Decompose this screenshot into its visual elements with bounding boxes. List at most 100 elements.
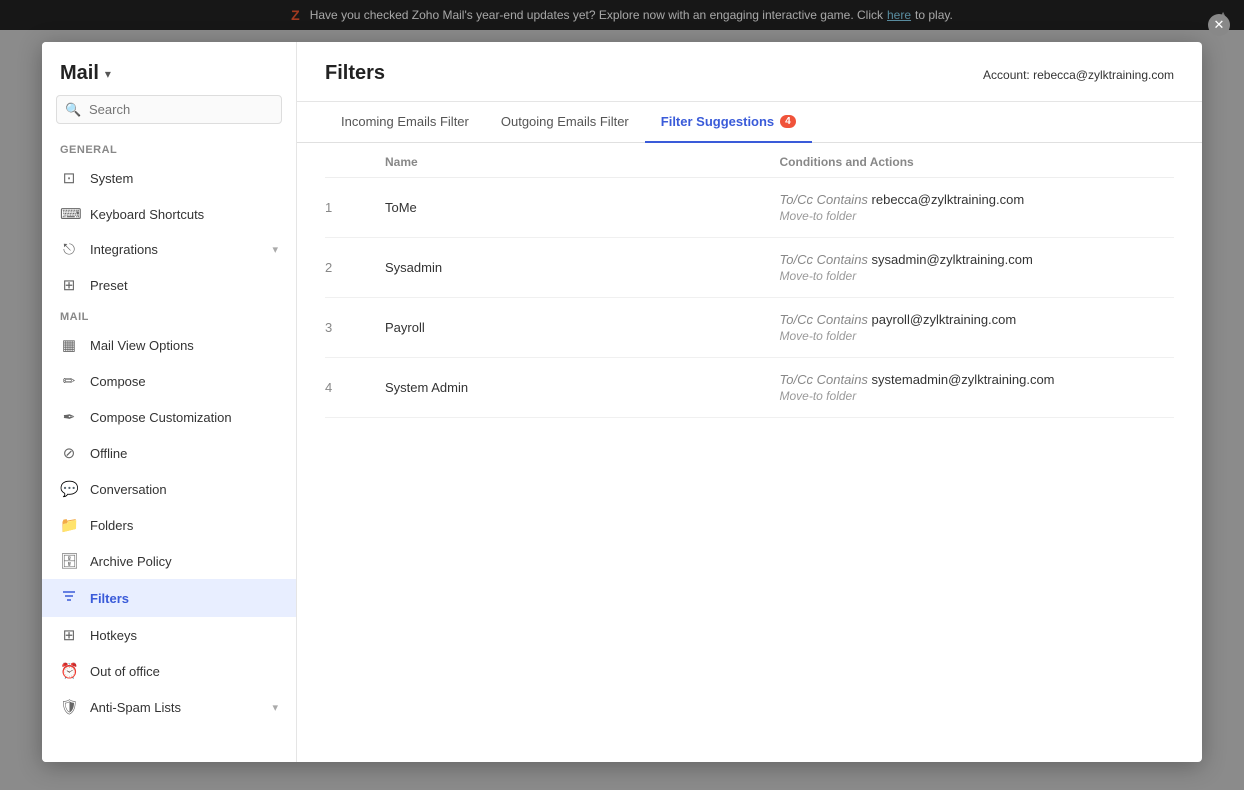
table-row: 3 Payroll To/Cc Contains payroll@zylktra… bbox=[325, 298, 1174, 358]
condition-value: payroll@zylktraining.com bbox=[872, 312, 1017, 327]
row-name: System Admin bbox=[385, 380, 780, 395]
row-number: 3 bbox=[325, 320, 385, 335]
sidebar-item-filters[interactable]: Filters bbox=[42, 579, 296, 617]
table-row: 4 System Admin To/Cc Contains systemadmi… bbox=[325, 358, 1174, 418]
search-box: 🔍 bbox=[56, 95, 282, 124]
account-info: Account: rebecca@zylktraining.com bbox=[983, 62, 1174, 82]
table-row: 2 Sysadmin To/Cc Contains sysadmin@zylkt… bbox=[325, 238, 1174, 298]
tab-badge: 4 bbox=[780, 115, 796, 128]
condition-prefix: To/Cc bbox=[780, 312, 813, 327]
sidebar-item-keyboard-shortcuts[interactable]: ⌨ Keyboard Shortcuts bbox=[42, 196, 296, 232]
compose-icon: ✏ bbox=[60, 372, 78, 390]
condition-value: sysadmin@zylktraining.com bbox=[872, 252, 1033, 267]
table-row: 1 ToMe To/Cc Contains rebecca@zylktraini… bbox=[325, 178, 1174, 238]
sidebar-item-folders[interactable]: 📁 Folders bbox=[42, 507, 296, 543]
modal-close-button[interactable]: ✕ bbox=[1208, 14, 1230, 36]
anti-spam-icon: 🛡 bbox=[60, 698, 78, 716]
mail-view-icon: ▦ bbox=[60, 336, 78, 354]
condition-prefix: To/Cc bbox=[780, 372, 813, 387]
sidebar-item-anti-spam-lists[interactable]: 🛡 Anti-Spam Lists ▾ bbox=[42, 689, 296, 725]
account-value: rebecca@zylktraining.com bbox=[1033, 68, 1174, 82]
sidebar-item-label: Mail View Options bbox=[90, 338, 278, 353]
sidebar-item-label: Conversation bbox=[90, 482, 278, 497]
sidebar-item-label: Offline bbox=[90, 446, 278, 461]
action-text: Move-to folder bbox=[780, 329, 1175, 343]
settings-modal: Mail ▾ 🔍 GENERAL ⊡ System ⌨ Keyboard Sho… bbox=[42, 42, 1202, 762]
general-section-label: GENERAL bbox=[42, 136, 296, 160]
tab-label: Filter Suggestions bbox=[661, 114, 774, 129]
main-header: Filters Account: rebecca@zylktraining.co… bbox=[297, 42, 1202, 102]
table-header: Name Conditions and Actions bbox=[325, 143, 1174, 178]
sidebar-item-compose[interactable]: ✏ Compose bbox=[42, 363, 296, 399]
hotkeys-icon: ⊞ bbox=[60, 626, 78, 644]
row-number: 1 bbox=[325, 200, 385, 215]
sidebar-item-label: Compose Customization bbox=[90, 410, 278, 425]
row-number: 4 bbox=[325, 380, 385, 395]
sidebar-header: Mail ▾ bbox=[42, 42, 296, 95]
condition-value: rebecca@zylktraining.com bbox=[872, 192, 1025, 207]
conversation-icon: 💬 bbox=[60, 480, 78, 498]
sidebar-item-mail-view-options[interactable]: ▦ Mail View Options bbox=[42, 327, 296, 363]
condition-value: systemadmin@zylktraining.com bbox=[872, 372, 1055, 387]
sidebar-item-label: Preset bbox=[90, 278, 278, 293]
sidebar-item-offline[interactable]: ⊘ Offline bbox=[42, 435, 296, 471]
col-conditions: Conditions and Actions bbox=[780, 155, 1175, 169]
condition-text: To/Cc Contains payroll@zylktraining.com bbox=[780, 312, 1175, 327]
app-title: Mail bbox=[60, 62, 99, 85]
sidebar-item-archive-policy[interactable]: 🗄 Archive Policy bbox=[42, 543, 296, 579]
preset-icon: ⊞ bbox=[60, 276, 78, 294]
row-name: Payroll bbox=[385, 320, 780, 335]
account-label: Account: bbox=[983, 68, 1030, 82]
condition-prefix: To/Cc bbox=[780, 252, 813, 267]
out-of-office-icon: ⏰ bbox=[60, 662, 78, 680]
sidebar-item-out-of-office[interactable]: ⏰ Out of office bbox=[42, 653, 296, 689]
chevron-right-icon: ▾ bbox=[272, 701, 278, 714]
search-input[interactable] bbox=[56, 95, 282, 124]
col-name: Name bbox=[385, 155, 780, 169]
sidebar-item-conversation[interactable]: 💬 Conversation bbox=[42, 471, 296, 507]
mail-section-label: MAIL bbox=[42, 303, 296, 327]
search-icon: 🔍 bbox=[65, 102, 81, 118]
action-text: Move-to folder bbox=[780, 389, 1175, 403]
row-conditions: To/Cc Contains payroll@zylktraining.com … bbox=[780, 312, 1175, 343]
condition-text: To/Cc Contains sysadmin@zylktraining.com bbox=[780, 252, 1175, 267]
row-name: Sysadmin bbox=[385, 260, 780, 275]
tab-incoming-emails-filter[interactable]: Incoming Emails Filter bbox=[325, 102, 485, 143]
tab-filter-suggestions[interactable]: Filter Suggestions 4 bbox=[645, 102, 812, 143]
sidebar-item-hotkeys[interactable]: ⊞ Hotkeys bbox=[42, 617, 296, 653]
col-number bbox=[325, 155, 385, 169]
sidebar-item-label: Folders bbox=[90, 518, 278, 533]
tab-label: Incoming Emails Filter bbox=[341, 114, 469, 129]
sidebar-item-label: Out of office bbox=[90, 664, 278, 679]
row-conditions: To/Cc Contains systemadmin@zylktraining.… bbox=[780, 372, 1175, 403]
sidebar-item-compose-customization[interactable]: ✒ Compose Customization bbox=[42, 399, 296, 435]
row-conditions: To/Cc Contains sysadmin@zylktraining.com… bbox=[780, 252, 1175, 283]
chevron-down-icon[interactable]: ▾ bbox=[105, 67, 111, 81]
folders-icon: 📁 bbox=[60, 516, 78, 534]
tab-outgoing-emails-filter[interactable]: Outgoing Emails Filter bbox=[485, 102, 645, 143]
system-icon: ⊡ bbox=[60, 169, 78, 187]
tab-label: Outgoing Emails Filter bbox=[501, 114, 629, 129]
sidebar: Mail ▾ 🔍 GENERAL ⊡ System ⌨ Keyboard Sho… bbox=[42, 42, 297, 762]
action-text: Move-to folder bbox=[780, 269, 1175, 283]
sidebar-item-label: Filters bbox=[90, 591, 278, 606]
integrations-icon: ⎋ bbox=[60, 241, 78, 258]
filters-table-container: Name Conditions and Actions 1 ToMe To/Cc… bbox=[297, 143, 1202, 762]
sidebar-item-integrations[interactable]: ⎋ Integrations ▾ bbox=[42, 232, 296, 267]
row-conditions: To/Cc Contains rebecca@zylktraining.com … bbox=[780, 192, 1175, 223]
condition-prefix: To/Cc bbox=[780, 192, 813, 207]
action-text: Move-to folder bbox=[780, 209, 1175, 223]
compose-custom-icon: ✒ bbox=[60, 408, 78, 426]
keyboard-icon: ⌨ bbox=[60, 205, 78, 223]
sidebar-item-system[interactable]: ⊡ System bbox=[42, 160, 296, 196]
filter-tabs: Incoming Emails Filter Outgoing Emails F… bbox=[297, 102, 1202, 143]
sidebar-item-label: Archive Policy bbox=[90, 554, 278, 569]
condition-text: To/Cc Contains rebecca@zylktraining.com bbox=[780, 192, 1175, 207]
offline-icon: ⊘ bbox=[60, 444, 78, 462]
main-content: Filters Account: rebecca@zylktraining.co… bbox=[297, 42, 1202, 762]
sidebar-item-preset[interactable]: ⊞ Preset bbox=[42, 267, 296, 303]
condition-text: To/Cc Contains systemadmin@zylktraining.… bbox=[780, 372, 1175, 387]
sidebar-item-label: Compose bbox=[90, 374, 278, 389]
row-number: 2 bbox=[325, 260, 385, 275]
sidebar-item-label: Integrations bbox=[90, 242, 260, 257]
